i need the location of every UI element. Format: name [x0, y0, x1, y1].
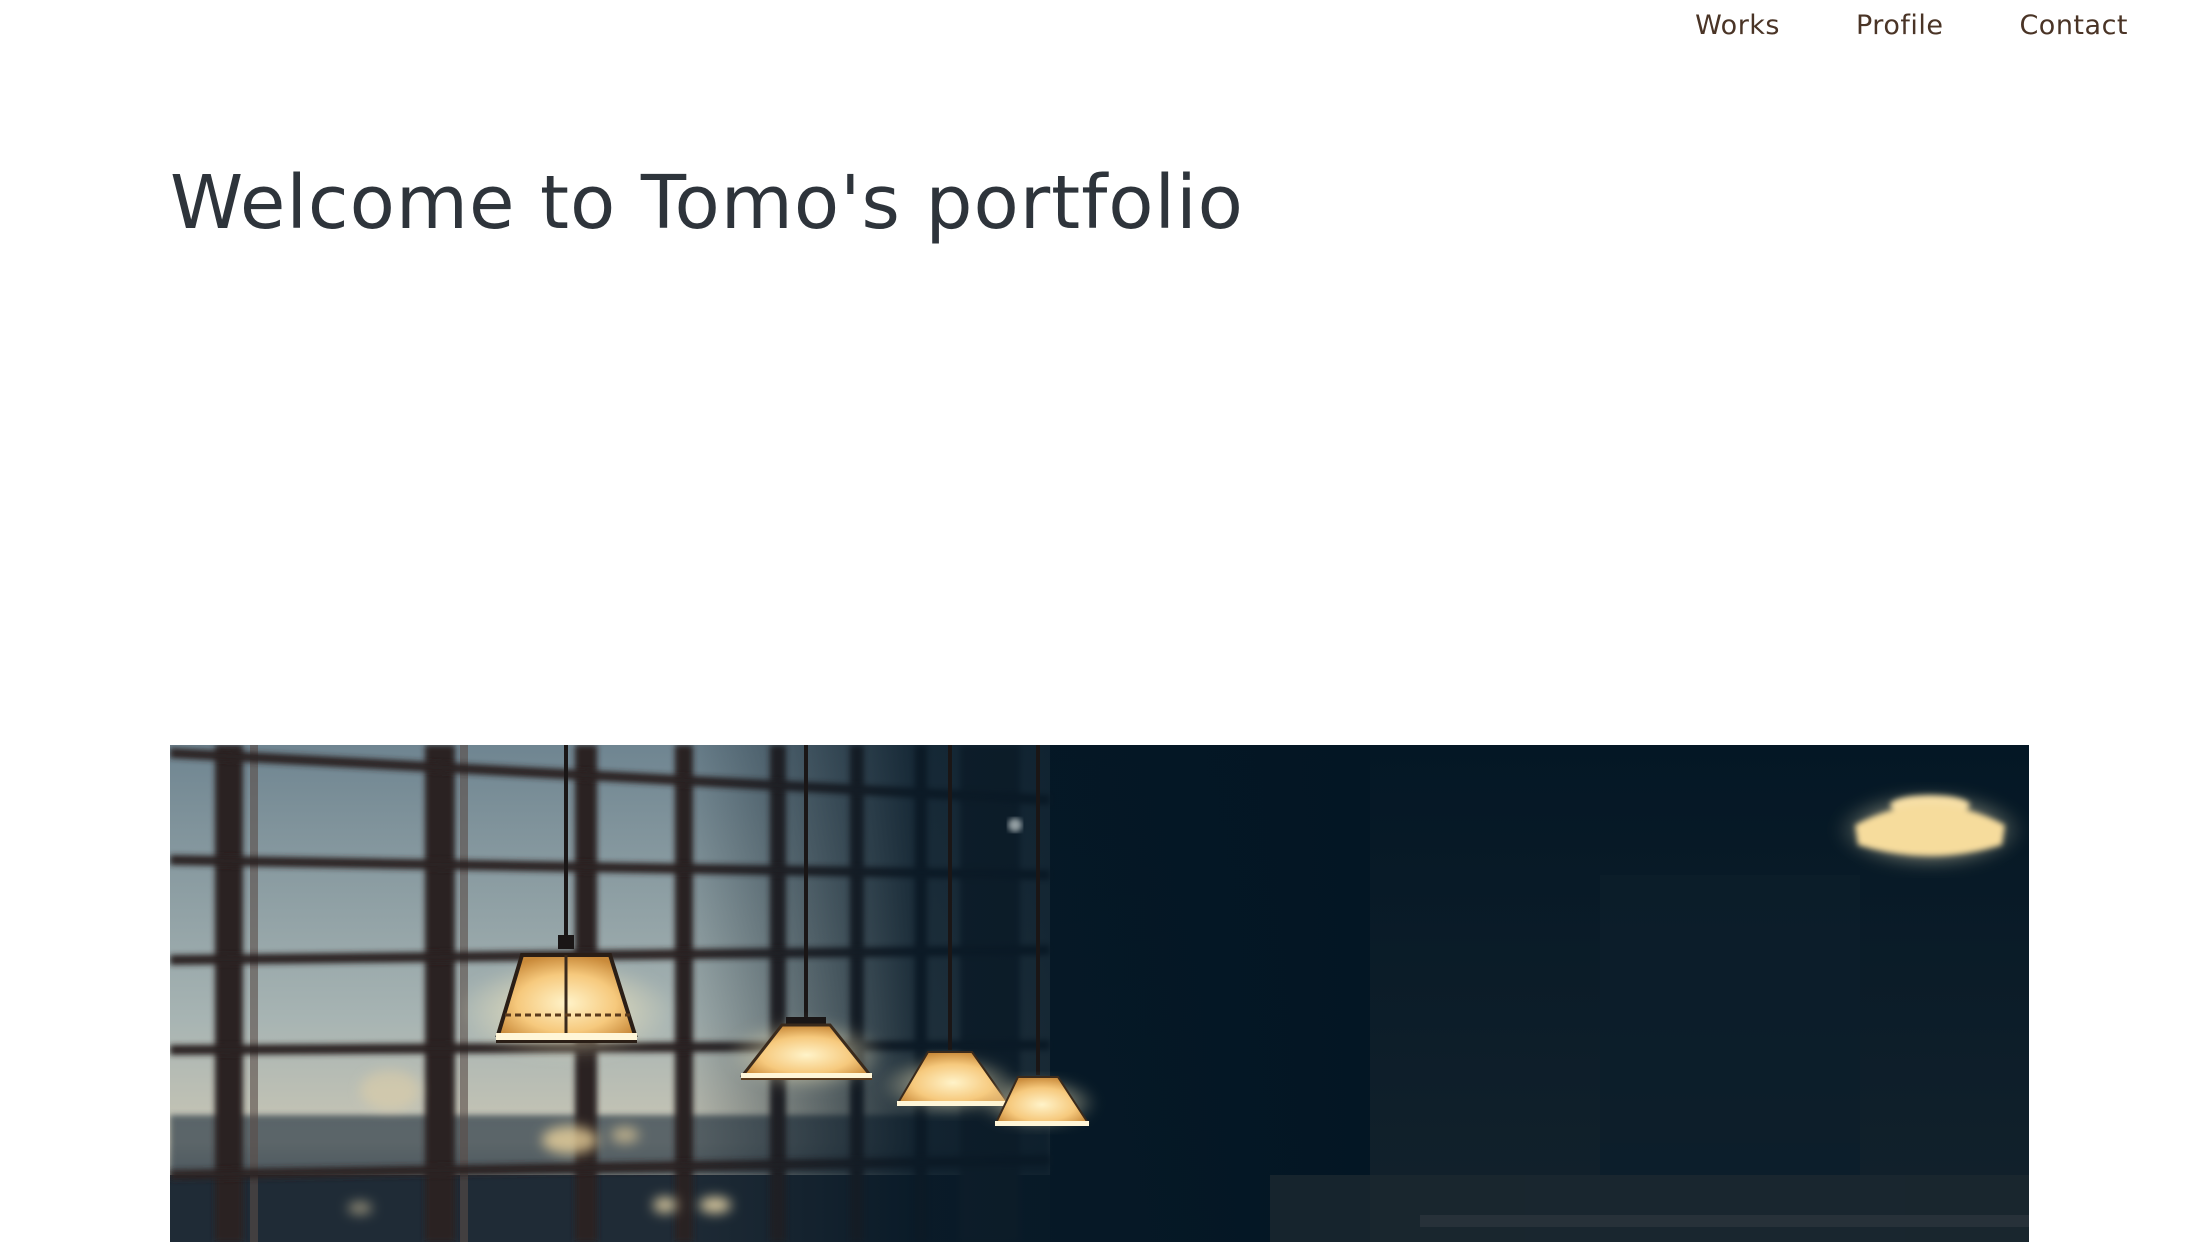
page: Works Profile Contact Welcome to Tomo's … [0, 0, 2204, 1242]
nav-link-contact[interactable]: Contact [2019, 10, 2128, 41]
hero-image [170, 745, 2029, 1242]
pendant-lamp-4 [978, 1076, 1098, 1129]
nav-link-profile[interactable]: Profile [1856, 10, 1943, 41]
page-title: Welcome to Tomo's portfolio [170, 160, 1244, 246]
main-nav: Works Profile Contact [1695, 0, 2128, 50]
nav-link-works[interactable]: Works [1695, 10, 1780, 41]
pendant-lamp-far [1835, 790, 2025, 870]
cafe-lamps-illustration [170, 745, 2029, 1242]
